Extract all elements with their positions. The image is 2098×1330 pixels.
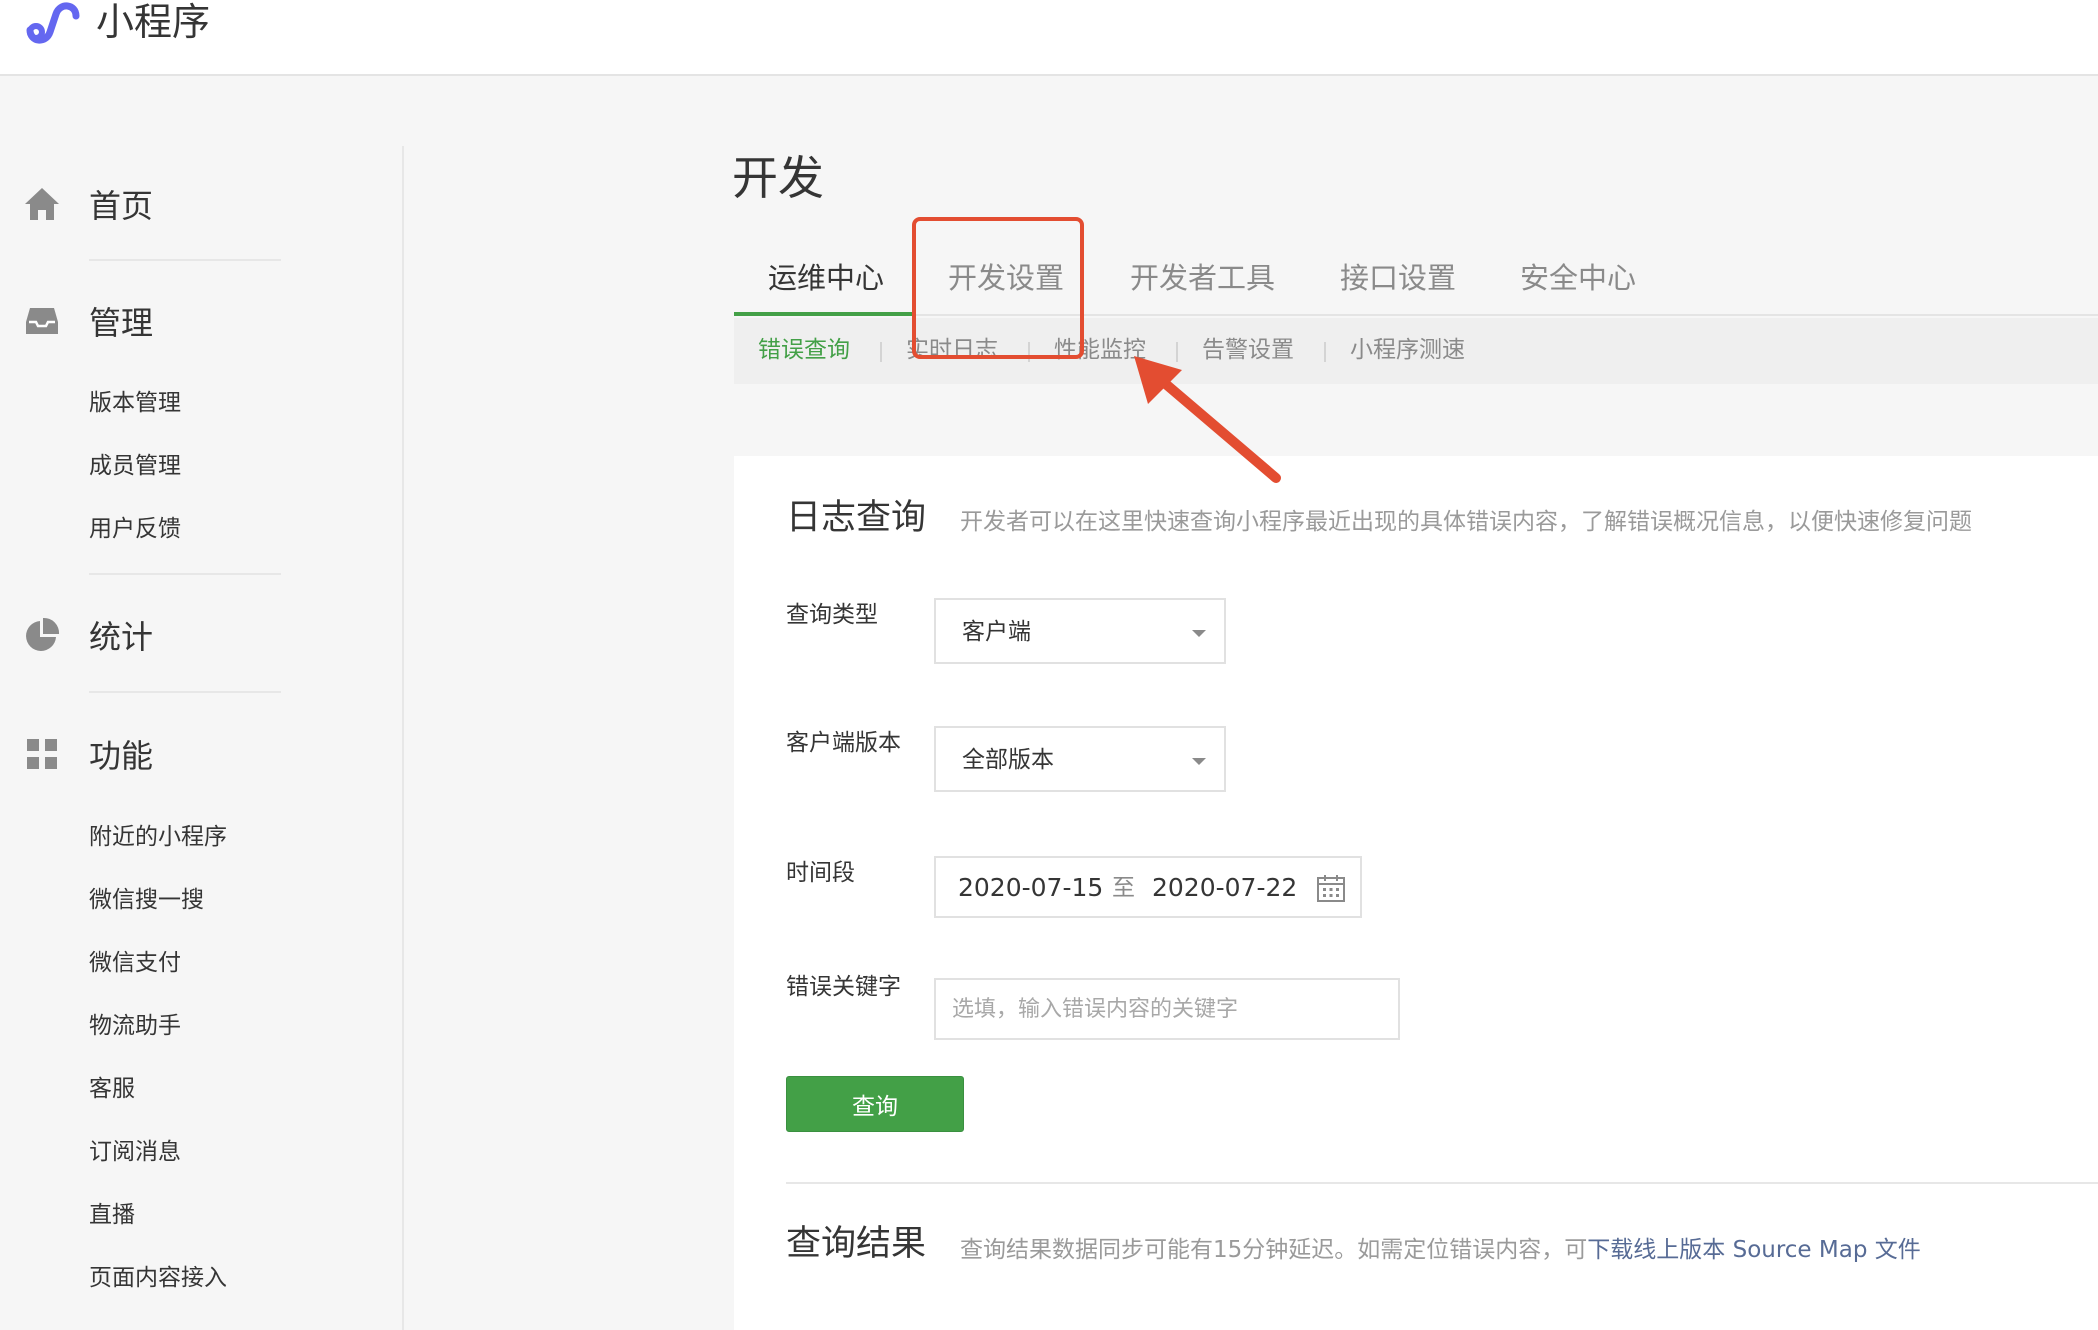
sidebar-item-home[interactable]: 首页 <box>22 176 282 232</box>
start-date[interactable]: 2020-07-15 <box>958 872 1103 904</box>
sub-tabs: 错误查询 实时日志 性能监控 告警设置 小程序测速 <box>734 318 2098 384</box>
tab-ops-center[interactable]: 运维中心 <box>768 258 884 298</box>
grid-icon <box>22 734 62 774</box>
sidebar-item-wechat-pay[interactable]: 微信支付 <box>89 948 181 978</box>
time-range-label: 时间段 <box>786 860 855 886</box>
caret-down-icon <box>1192 630 1206 637</box>
query-type-label: 查询类型 <box>786 602 878 628</box>
subtab-separator <box>1028 342 1030 362</box>
error-keyword-input[interactable] <box>934 978 1400 1040</box>
sidebar-item-stats[interactable]: 统计 <box>22 607 282 663</box>
pie-chart-icon <box>22 615 62 655</box>
tab-dev-settings[interactable]: 开发设置 <box>948 258 1064 298</box>
tab-api-settings[interactable]: 接口设置 <box>1340 258 1456 298</box>
app-title: 小程序 <box>96 0 211 44</box>
home-icon <box>22 184 62 224</box>
sidebar-item-customer-service[interactable]: 客服 <box>89 1074 135 1104</box>
subtab-performance-monitoring[interactable]: 性能监控 <box>1054 334 1146 366</box>
sidebar-item-version-management[interactable]: 版本管理 <box>89 388 181 418</box>
query-results-title: 查询结果 <box>786 1224 927 1264</box>
log-query-title: 日志查询 <box>786 498 927 538</box>
subtab-speed-test[interactable]: 小程序测速 <box>1350 334 1465 366</box>
sidebar-item-wechat-search[interactable]: 微信搜一搜 <box>89 885 204 915</box>
subtab-separator <box>880 342 882 362</box>
section-divider <box>786 1182 2098 1184</box>
client-version-value: 全部版本 <box>962 747 1054 773</box>
sidebar-divider <box>89 259 281 261</box>
mini-program-logo-icon[interactable] <box>24 0 82 48</box>
sidebar-item-live-streaming[interactable]: 直播 <box>89 1200 135 1230</box>
query-results-description: 查询结果数据同步可能有15分钟延迟。如需定位错误内容，可下载线上版本 Sourc… <box>960 1234 1921 1266</box>
sidebar-item-subscription-messages[interactable]: 订阅消息 <box>89 1137 181 1167</box>
top-bar: 小程序 <box>0 0 2098 76</box>
query-button[interactable]: 查询 <box>786 1076 964 1132</box>
sidebar-item-features[interactable]: 功能 <box>22 726 282 782</box>
date-range-picker: 2020-07-15 至 2020-07-22 <box>934 856 1362 918</box>
sidebar-divider <box>89 691 281 693</box>
sidebar-item-label: 首页 <box>89 187 154 225</box>
inbox-icon <box>22 301 62 341</box>
sidebar-item-logistics-assistant[interactable]: 物流助手 <box>89 1011 181 1041</box>
sidebar-item-page-content-access[interactable]: 页面内容接入 <box>89 1263 227 1293</box>
sidebar-item-user-feedback[interactable]: 用户反馈 <box>89 514 181 544</box>
main-tabs: 运维中心 开发设置 开发者工具 接口设置 安全中心 <box>734 248 2098 316</box>
client-version-select[interactable]: 全部版本 <box>934 726 1226 792</box>
sidebar-item-label: 功能 <box>89 737 154 775</box>
log-query-panel: 日志查询 开发者可以在这里快速查询小程序最近出现的具体错误内容，了解错误概况信息… <box>734 456 2098 1330</box>
subtab-realtime-logs[interactable]: 实时日志 <box>906 334 998 366</box>
sidebar-item-manage[interactable]: 管理 <box>22 293 282 349</box>
sidebar-divider <box>402 146 404 1330</box>
log-query-description: 开发者可以在这里快速查询小程序最近出现的具体错误内容，了解错误概况信息，以便快速… <box>960 509 1972 535</box>
subtab-separator <box>1324 342 1326 362</box>
sidebar-item-label: 统计 <box>89 618 154 656</box>
tab-security-center[interactable]: 安全中心 <box>1520 258 1636 298</box>
subtab-separator <box>1176 342 1178 362</box>
sidebar-item-member-management[interactable]: 成员管理 <box>89 451 181 481</box>
active-tab-indicator <box>734 312 912 316</box>
download-source-map-link[interactable]: 下载线上版本 Source Map 文件 <box>1587 1237 1920 1263</box>
query-results-note: 查询结果数据同步可能有15分钟延迟。如需定位错误内容，可 <box>960 1237 1588 1263</box>
sidebar-item-nearby-mini-programs[interactable]: 附近的小程序 <box>89 822 227 852</box>
subtab-alert-settings[interactable]: 告警设置 <box>1202 334 1294 366</box>
calendar-icon[interactable] <box>1316 873 1346 903</box>
tab-developer-tools[interactable]: 开发者工具 <box>1130 258 1275 298</box>
sidebar-divider <box>89 573 281 575</box>
query-type-value: 客户端 <box>962 619 1031 645</box>
sidebar-item-label: 管理 <box>89 304 154 342</box>
error-keyword-label: 错误关键字 <box>786 974 901 1000</box>
end-date[interactable]: 2020-07-22 <box>1152 872 1297 904</box>
caret-down-icon <box>1192 758 1206 765</box>
query-type-select[interactable]: 客户端 <box>934 598 1226 664</box>
date-range-separator: 至 <box>1112 875 1135 901</box>
client-version-label: 客户端版本 <box>786 730 901 756</box>
subtab-error-query[interactable]: 错误查询 <box>758 334 850 366</box>
page-title: 开发 <box>732 151 824 205</box>
